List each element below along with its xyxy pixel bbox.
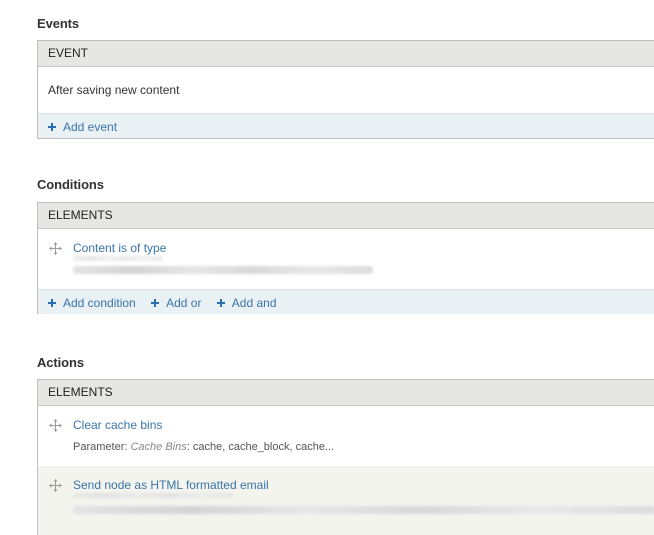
actions-section-title: Actions	[37, 355, 84, 370]
parameter-value: : cache, cache_block, cache...	[186, 441, 335, 453]
parameter-label: Cache Bins	[130, 441, 187, 453]
condition-link[interactable]: Content is of type	[73, 241, 166, 255]
add-event-button[interactable]: Add event	[48, 120, 117, 134]
drag-handle-icon[interactable]	[49, 242, 62, 255]
plus-icon	[48, 299, 56, 307]
add-and-label: Add and	[231, 296, 277, 310]
redacted-link-underline	[73, 256, 163, 261]
add-or-label: Add or	[166, 296, 202, 310]
clear-cache-bins-link[interactable]: Clear cache bins	[73, 418, 162, 432]
add-event-label: Add event	[63, 120, 118, 134]
events-panel: EVENT After saving new content Add event	[37, 40, 654, 139]
events-table-header: EVENT	[38, 41, 654, 67]
events-section-title: Events	[37, 16, 80, 31]
action-row: Clear cache bins Parameter: Cache Bins: …	[38, 406, 654, 466]
action-row: Send node as HTML formatted email	[38, 466, 654, 535]
redacted-link-underline	[73, 493, 233, 498]
send-email-link[interactable]: Send node as HTML formatted email	[73, 478, 269, 492]
add-and-button[interactable]: Add and	[216, 296, 277, 310]
conditions-actions-bar: Add condition Add or Add and	[38, 289, 654, 314]
conditions-table-header: ELEMENTS	[38, 203, 654, 229]
event-row: After saving new content	[38, 67, 654, 113]
plus-icon	[151, 299, 160, 307]
actions-panel: ELEMENTS Clear cache bins Parameter: Cac…	[37, 379, 654, 535]
add-condition-button[interactable]: Add condition	[48, 296, 136, 310]
redacted-parameter	[73, 266, 373, 274]
actions-table-header: ELEMENTS	[38, 380, 654, 406]
conditions-section-title: Conditions	[37, 177, 104, 192]
drag-handle-icon[interactable]	[49, 419, 62, 432]
conditions-panel: ELEMENTS Content is of type Add conditio…	[37, 202, 654, 314]
action-parameter: Parameter: Cache Bins: cache, cache_bloc…	[73, 441, 334, 453]
event-label: After saving new content	[48, 83, 180, 97]
parameter-prefix: Parameter:	[73, 441, 128, 453]
events-actions-bar: Add event	[38, 113, 654, 138]
add-condition-label: Add condition	[63, 296, 136, 310]
rules-editor-page: Events EVENT After saving new content Ad…	[0, 0, 654, 535]
drag-handle-icon[interactable]	[49, 479, 62, 492]
plus-icon	[48, 123, 56, 131]
add-or-button[interactable]: Add or	[151, 296, 201, 310]
condition-row: Content is of type	[38, 229, 654, 289]
redacted-parameter	[73, 506, 654, 514]
plus-icon	[216, 299, 225, 307]
